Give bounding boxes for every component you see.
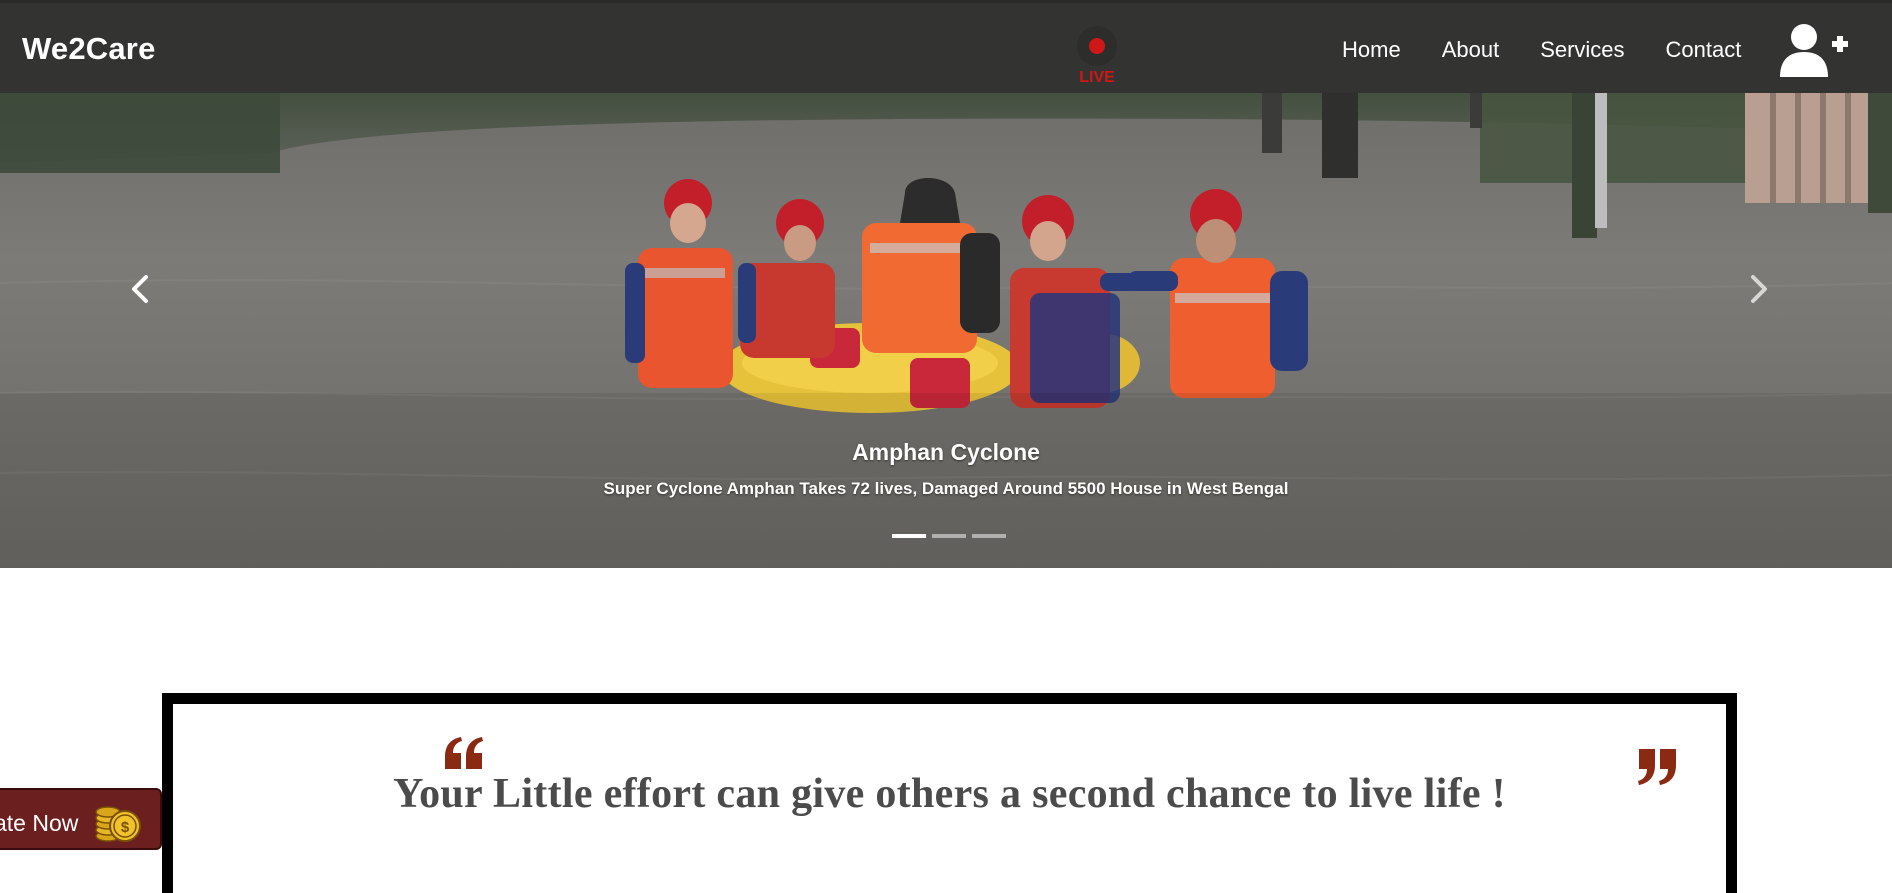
chevron-left-icon	[132, 275, 148, 303]
nav-link-services[interactable]: Services	[1540, 37, 1624, 63]
chevron-right-icon	[1751, 275, 1767, 303]
brand-logo[interactable]: We2Care	[22, 31, 156, 67]
carousel-caption-title: Amphan Cyclone	[852, 439, 1040, 465]
carousel-indicators	[892, 534, 1006, 538]
navbar: We2Care LIVE Home About Services Contact	[0, 0, 1892, 93]
carousel-next-button[interactable]	[1737, 269, 1777, 309]
quote-open-icon	[443, 735, 485, 775]
live-label: LIVE	[1079, 69, 1115, 86]
carousel-indicator-1[interactable]	[892, 534, 926, 538]
nav-link-home[interactable]: Home	[1342, 37, 1401, 63]
carousel-indicator-3[interactable]	[972, 534, 1006, 538]
live-indicator[interactable]: LIVE	[1075, 23, 1119, 93]
live-dot-icon	[1089, 38, 1105, 54]
carousel-prev-button[interactable]	[122, 269, 162, 309]
carousel-caption-text: Super Cyclone Amphan Takes 72 lives, Dam…	[603, 479, 1289, 498]
carousel-indicator-2[interactable]	[932, 534, 966, 538]
nav-links: Home About Services Contact	[1342, 37, 1782, 63]
live-dot-ring	[1077, 26, 1117, 66]
donate-label: ate Now	[0, 810, 79, 836]
nav-link-about[interactable]: About	[1442, 37, 1500, 63]
quote-text: Your Little effort can give others a sec…	[393, 771, 1506, 817]
hero-carousel: Amphan Cyclone Super Cyclone Amphan Take…	[0, 93, 1892, 568]
nav-link-contact[interactable]: Contact	[1666, 37, 1742, 63]
user-plus-icon[interactable]	[1778, 21, 1850, 79]
svg-text:$: $	[121, 819, 130, 836]
coins-icon: $	[94, 796, 144, 844]
donate-now-button[interactable]: ate Now $	[0, 788, 162, 850]
